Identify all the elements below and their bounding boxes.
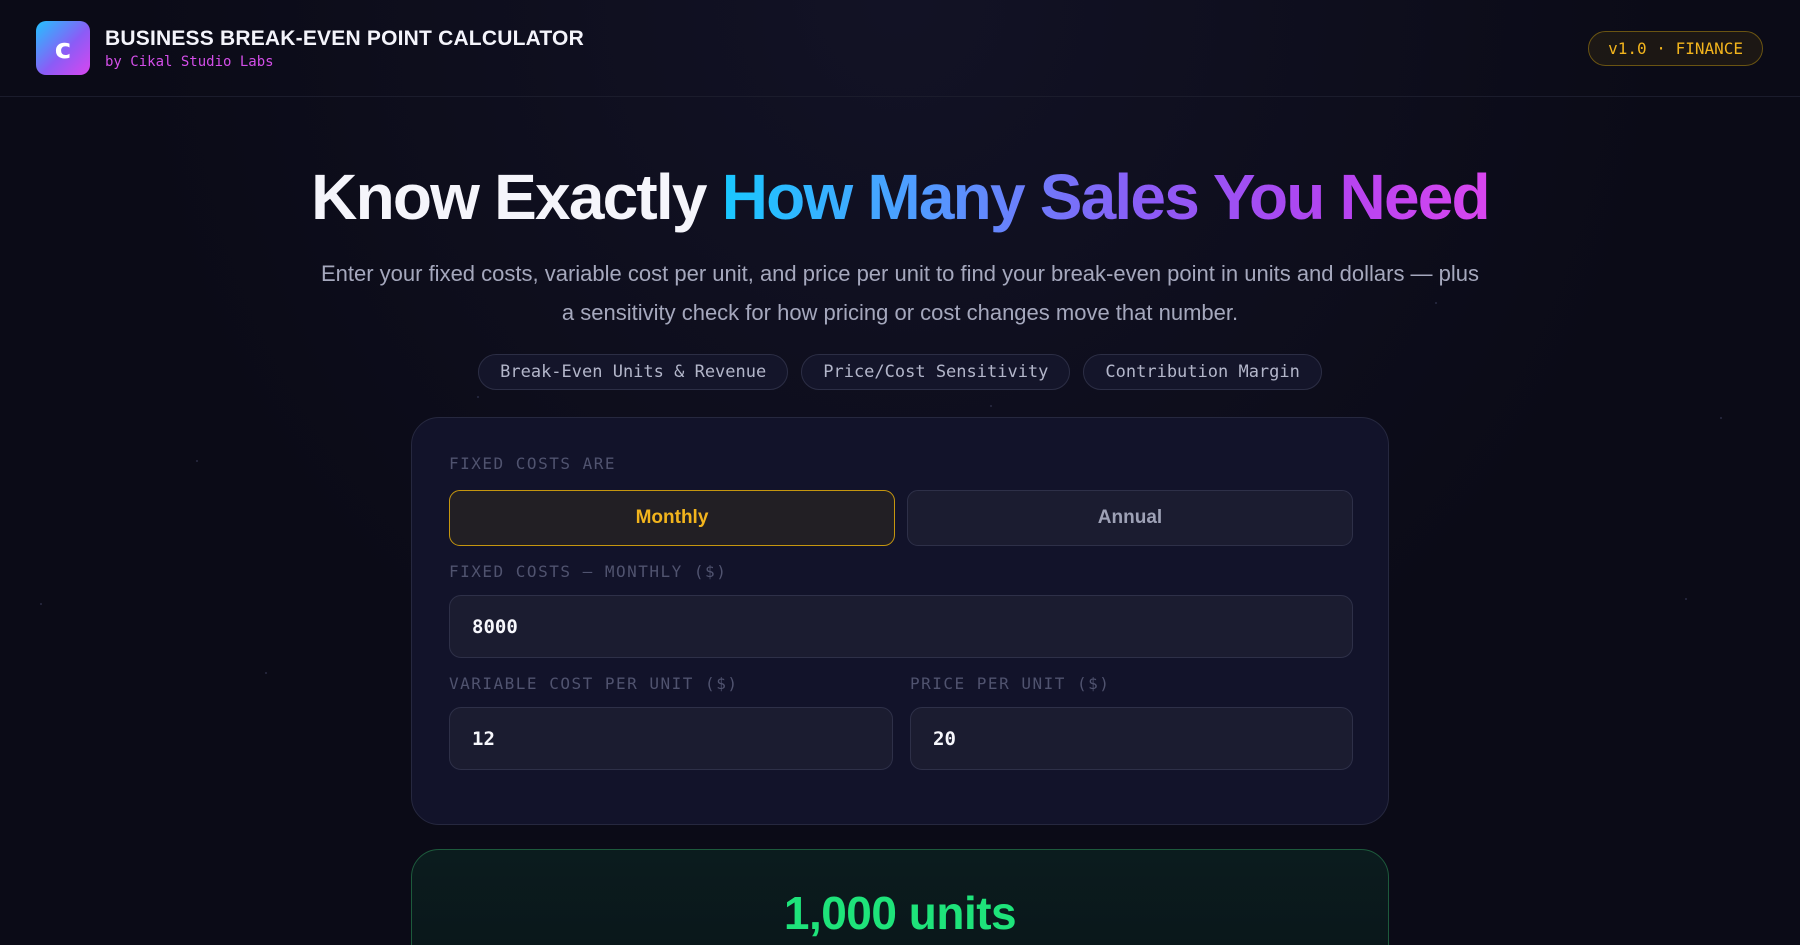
background-star [196,460,198,462]
version-badge: v1.0 · FINANCE [1588,30,1763,66]
background-star [1435,302,1437,304]
hero: Know Exactly How Many Sales You Need Ent… [0,160,1800,390]
break-even-units: 1,000 units [783,887,1017,939]
app-title: BUSINESS BREAK-EVEN POINT CALCULATOR [105,26,584,50]
background-star [40,603,42,605]
brand-text: BUSINESS BREAK-EVEN POINT CALCULATOR by … [105,27,584,70]
headline-plain: Know Exactly [311,161,722,233]
feature-chips: Break-Even Units & Revenue Price/Cost Se… [0,354,1800,390]
background-star [990,405,992,407]
fixed-costs-period-label: FIXED COSTS ARE [449,454,616,473]
feature-chip: Break-Even Units & Revenue [478,354,789,390]
feature-chip: Contribution Margin [1083,354,1322,390]
variable-cost-label: VARIABLE COST PER UNIT ($) [449,674,739,693]
brand: c BUSINESS BREAK-EVEN POINT CALCULATOR b… [36,21,584,75]
period-toggle: Monthly Annual [449,490,1353,546]
headline-highlight: How Many Sales You Need [721,161,1491,233]
background-star [1720,417,1722,419]
top-bar: c BUSINESS BREAK-EVEN POINT CALCULATOR b… [0,0,1800,97]
app-subtitle: by Cikal Studio Labs [105,53,274,70]
result-card: 1,000 units [411,849,1389,945]
feature-chip: Price/Cost Sensitivity [801,354,1071,390]
background-star [265,672,267,674]
app-logo-icon: c [36,21,90,75]
background-star [477,396,479,398]
price-label: PRICE PER UNIT ($) [910,674,1111,693]
variable-cost-input[interactable]: 12 [449,707,893,770]
headline: Know Exactly How Many Sales You Need [0,160,1800,234]
fixed-costs-input[interactable]: 8000 [449,595,1353,658]
background-star [1685,598,1687,600]
calculator-card: FIXED COSTS ARE Monthly Annual FIXED COS… [411,417,1389,825]
period-annual-button[interactable]: Annual [907,490,1353,546]
hero-description: Enter your fixed costs, variable cost pe… [320,261,1480,325]
period-monthly-button[interactable]: Monthly [449,490,895,546]
fixed-costs-label: FIXED COSTS — MONTHLY ($) [449,562,728,581]
price-input[interactable]: 20 [910,707,1353,770]
